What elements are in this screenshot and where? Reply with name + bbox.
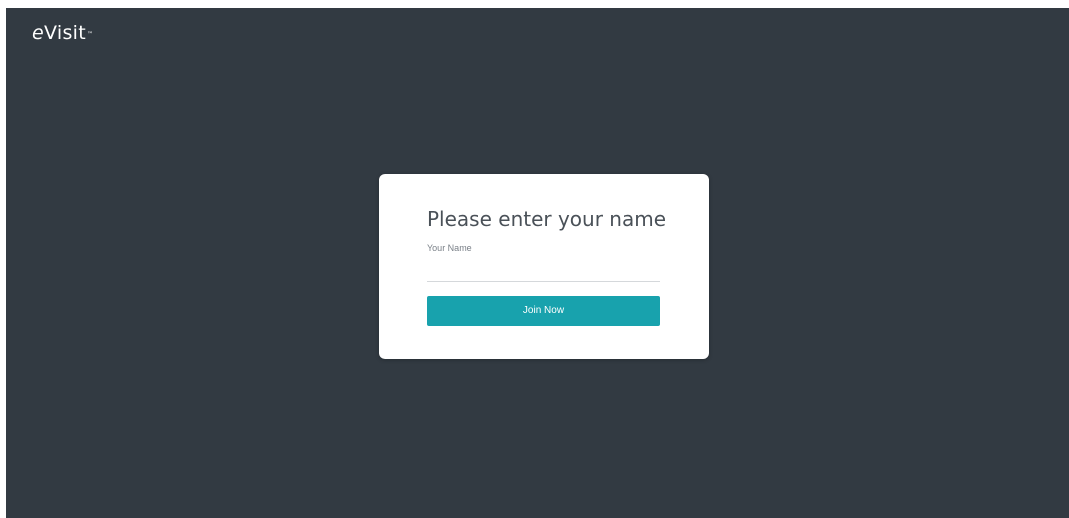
logo-trademark: ™: [87, 31, 94, 38]
your-name-label: Your Name: [427, 243, 472, 253]
logo-e: e: [32, 22, 44, 44]
your-name-input[interactable]: [427, 258, 660, 282]
join-now-button[interactable]: Join Now: [427, 296, 660, 326]
app-screen: eVisit™ Please enter your name Your Name…: [6, 8, 1069, 518]
evisit-logo: eVisit™: [32, 22, 93, 44]
logo-wordmark: Visit: [44, 22, 86, 44]
name-entry-card: Please enter your name Your Name Join No…: [379, 174, 709, 359]
dialog-title: Please enter your name: [427, 207, 667, 231]
